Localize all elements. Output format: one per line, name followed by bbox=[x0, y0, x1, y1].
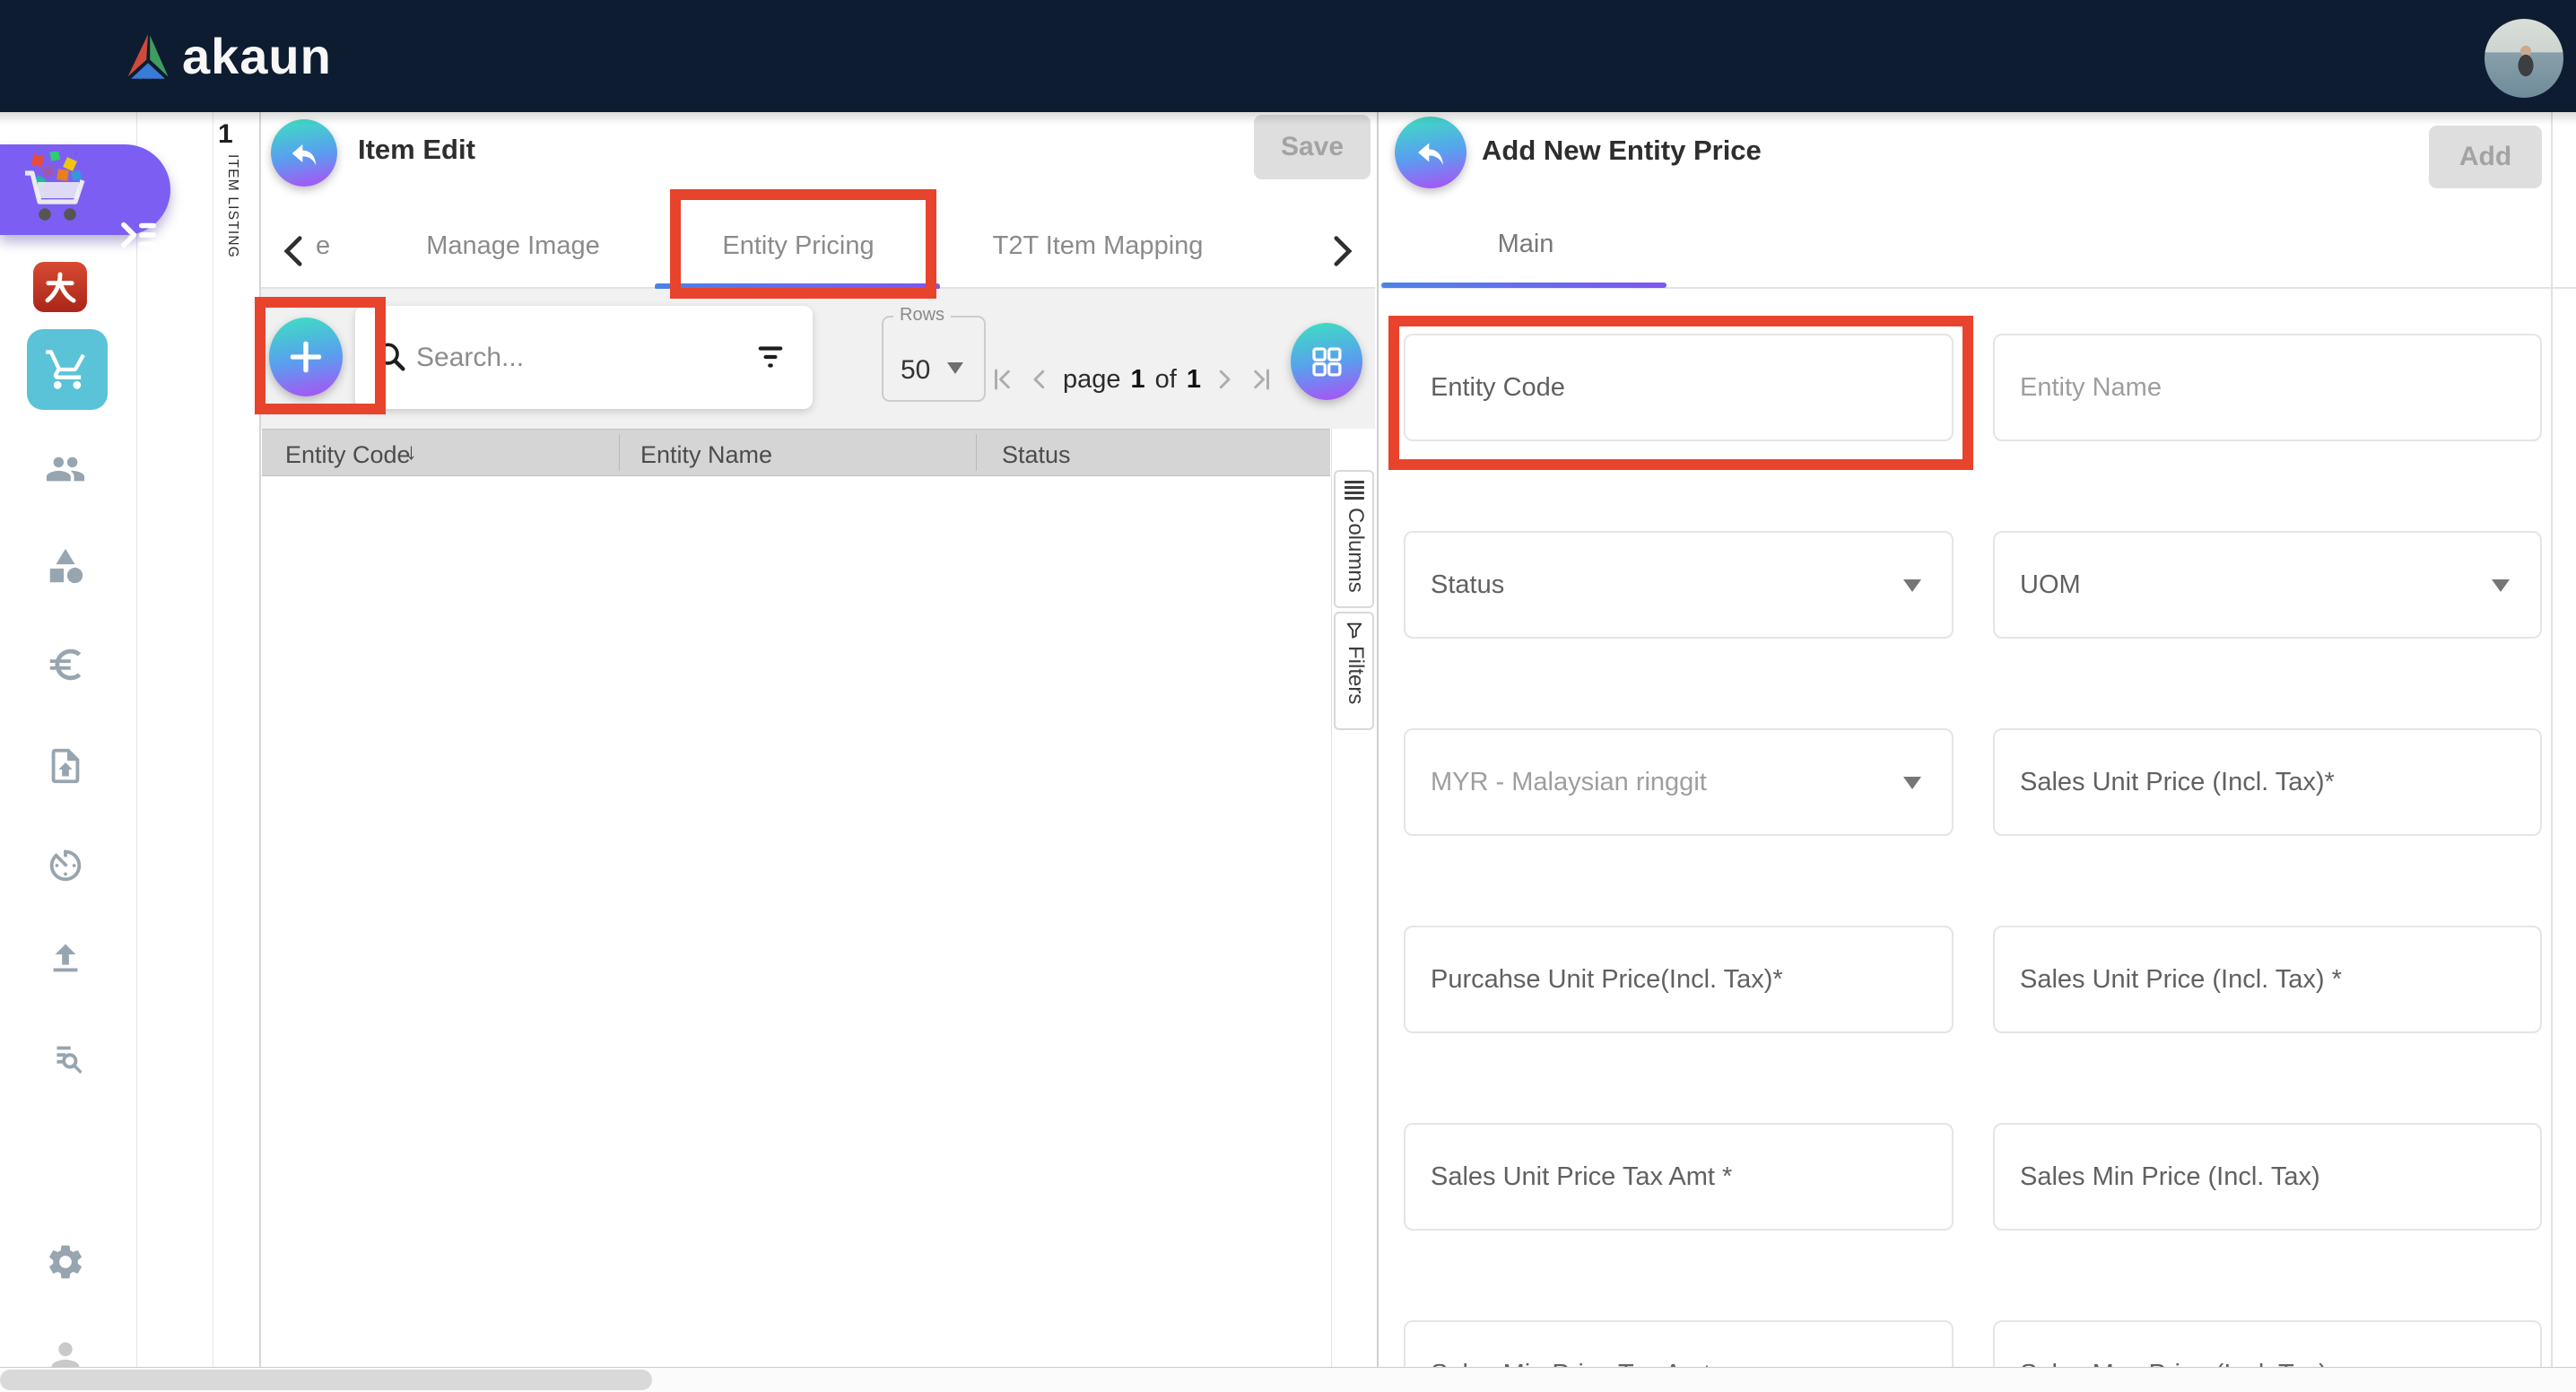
sales-min-price-incl-tax-field[interactable]: Sales Min Price (Incl. Tax) bbox=[1993, 1123, 2542, 1231]
uom-dropdown[interactable]: UOM bbox=[1993, 531, 2542, 639]
tab-manage-image[interactable]: Manage Image bbox=[426, 231, 599, 261]
back-button[interactable] bbox=[1395, 117, 1466, 188]
filters-side-tab-label: Filters bbox=[1343, 646, 1368, 726]
module-tab-item-listing[interactable]: ITEM LISTING bbox=[215, 154, 240, 352]
active-tab-underline bbox=[1381, 283, 1667, 288]
columns-lines-icon bbox=[1345, 481, 1364, 502]
rows-per-page-select[interactable] bbox=[882, 316, 986, 402]
top-navbar: akaun bbox=[0, 0, 2576, 112]
horizontal-scrollbar-thumb[interactable] bbox=[0, 1370, 652, 1390]
funnel-icon bbox=[1345, 621, 1364, 640]
scrollbar-track[interactable] bbox=[2551, 112, 2553, 1392]
next-page-icon[interactable] bbox=[1211, 366, 1238, 393]
divider bbox=[619, 434, 620, 471]
pagination-current: 1 bbox=[1131, 365, 1145, 395]
annotation-box-entity-code-field bbox=[1388, 316, 1973, 470]
tab-t2t-item-mapping[interactable]: T2T Item Mapping bbox=[993, 231, 1204, 261]
manage-search-icon[interactable] bbox=[45, 1038, 86, 1079]
sort-desc-icon[interactable]: ↓ bbox=[405, 438, 417, 465]
purchase-unit-price-incl-tax-field[interactable]: Purcahse Unit Price(Incl. Tax)* bbox=[1404, 926, 1954, 1033]
akaun-logo-icon bbox=[124, 29, 172, 84]
annotation-box-entity-pricing-tab bbox=[670, 189, 936, 299]
filters-side-tab[interactable]: Filters bbox=[1334, 612, 1374, 730]
prev-page-icon[interactable] bbox=[1026, 366, 1053, 393]
pagination: page 1 of 1 bbox=[989, 353, 1275, 405]
sidebar-item-marketplace[interactable] bbox=[0, 144, 170, 235]
sidebar-item-bigledger[interactable] bbox=[33, 262, 87, 312]
back-arrow-icon bbox=[286, 135, 322, 171]
chevron-down-icon bbox=[1903, 579, 1921, 592]
columns-side-tab[interactable]: Columns bbox=[1334, 470, 1374, 608]
pagination-word-of: of bbox=[1155, 365, 1177, 395]
status-dropdown[interactable]: Status bbox=[1404, 531, 1954, 639]
annotation-box-add-button bbox=[255, 297, 386, 414]
rows-label: Rows bbox=[893, 305, 951, 326]
tabs-scroll-left-icon[interactable] bbox=[282, 235, 305, 267]
tabs-scroll-right-icon[interactable] bbox=[1331, 235, 1354, 267]
tab-main[interactable]: Main bbox=[1498, 230, 1554, 259]
sidebar-item-pos-cart-active[interactable] bbox=[27, 329, 108, 410]
column-header-status[interactable]: Status bbox=[1002, 441, 1071, 469]
column-header-entity-code[interactable]: Entity Code bbox=[285, 441, 411, 469]
sales-unit-price-tax-amt-field[interactable]: Sales Unit Price Tax Amt * bbox=[1404, 1123, 1954, 1231]
page-title: Item Edit bbox=[358, 134, 475, 166]
panel-divider bbox=[1377, 112, 1379, 1392]
upload-icon[interactable] bbox=[45, 937, 86, 979]
file-upload-icon[interactable] bbox=[45, 745, 86, 787]
pagination-total: 1 bbox=[1187, 365, 1201, 395]
back-button[interactable] bbox=[271, 119, 337, 187]
add-button[interactable]: Add bbox=[2429, 126, 2542, 188]
search-input[interactable] bbox=[414, 334, 687, 382]
sales-unit-price-incl-tax-2-field[interactable]: Sales Unit Price (Incl. Tax) * bbox=[1993, 926, 2542, 1033]
settings-gear-icon[interactable] bbox=[45, 1241, 86, 1283]
columns-side-tab-label: Columns bbox=[1343, 508, 1368, 605]
divider bbox=[1331, 429, 1332, 1392]
first-page-icon[interactable] bbox=[989, 366, 1016, 393]
table-body-empty bbox=[262, 476, 1330, 1392]
euro-icon[interactable] bbox=[45, 644, 86, 685]
page-title: Add New Entity Price bbox=[1482, 135, 1762, 167]
tab-overflow-partial[interactable]: e bbox=[316, 231, 330, 261]
chevron-down-icon bbox=[947, 362, 963, 374]
colorful-cart-icon bbox=[14, 152, 111, 229]
sales-unit-price-incl-tax-field[interactable]: Sales Unit Price (Incl. Tax)* bbox=[1993, 728, 2542, 836]
users-icon[interactable] bbox=[45, 448, 86, 490]
divider bbox=[976, 434, 977, 471]
column-header-entity-name[interactable]: Entity Name bbox=[640, 441, 772, 469]
timer-icon[interactable] bbox=[45, 845, 86, 886]
category-icon[interactable] bbox=[45, 545, 86, 587]
menu-open-icon[interactable] bbox=[118, 218, 160, 252]
chevron-down-icon bbox=[2492, 579, 2510, 592]
grid-icon bbox=[1308, 343, 1345, 380]
table-header bbox=[262, 429, 1330, 476]
brand-wordmark: akaun bbox=[182, 27, 332, 85]
filter-icon[interactable] bbox=[752, 339, 789, 375]
pagination-word-page: page bbox=[1063, 365, 1121, 395]
user-avatar[interactable] bbox=[2485, 19, 2563, 98]
chevron-down-icon bbox=[1903, 777, 1921, 789]
currency-dropdown[interactable]: MYR - Malaysian ringgit bbox=[1404, 728, 1954, 836]
app-window: akaun bbox=[0, 0, 2576, 1392]
da-character-icon bbox=[40, 268, 80, 306]
rows-value: 50 bbox=[901, 355, 930, 386]
last-page-icon[interactable] bbox=[1248, 366, 1275, 393]
shopping-cart-icon bbox=[44, 346, 91, 393]
entity-name-field[interactable]: Entity Name bbox=[1993, 334, 2542, 441]
navbar-shadow bbox=[0, 112, 2576, 125]
back-arrow-icon bbox=[1412, 134, 1449, 171]
grid-view-button[interactable] bbox=[1291, 323, 1362, 400]
